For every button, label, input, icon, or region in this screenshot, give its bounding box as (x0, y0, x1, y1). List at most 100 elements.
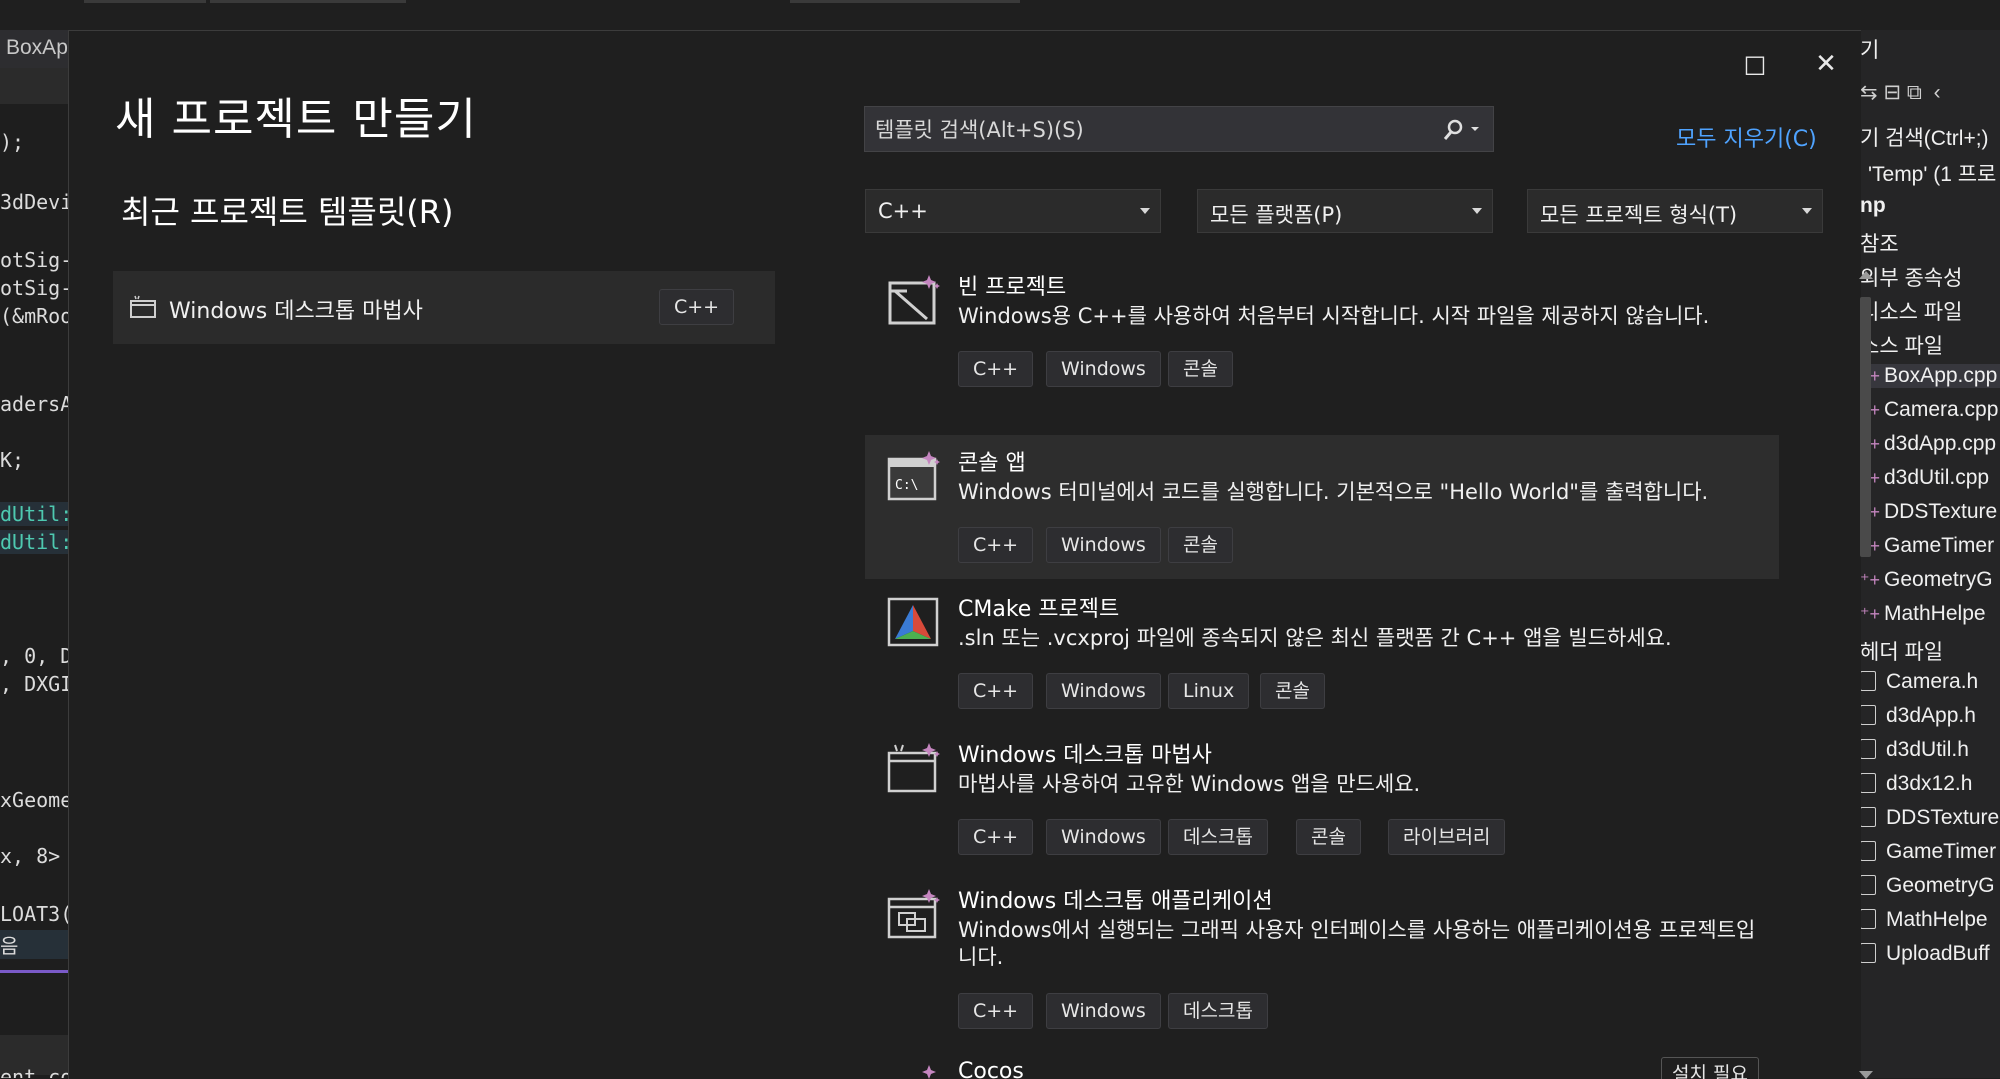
tree-file[interactable]: ⁺+ GeometryG (1860, 568, 1993, 592)
empty-project-icon (888, 275, 940, 325)
tree-file[interactable]: ⁺+d3dApp.cpp (1860, 432, 1996, 456)
scroll-up-icon[interactable] (1859, 271, 1873, 279)
code-line: ent.co (0, 1065, 68, 1078)
template-name: 빈 프로젝트 (958, 275, 1067, 300)
code-line: K; (0, 448, 25, 472)
chevron-down-icon (1802, 208, 1812, 214)
template-item-selected[interactable]: C:\ 콘솔 앱 Windows 터미널에서 코드를 실행합니다. 기본적으로 … (865, 435, 1779, 579)
clear-all-link[interactable]: 모두 지우기(C) (1676, 121, 1817, 153)
solution-explorer-background: 기 ⇆ ⊟ ⧉ ‹ 기 검색(Ctrl+;) 'Temp' (1 프로 np 참… (1860, 30, 2000, 1078)
template-list-scrollbar[interactable] (1854, 261, 1876, 1079)
code-line: otSig- (0, 248, 68, 272)
tree-file[interactable]: DDSTexture (1860, 806, 1999, 830)
tree-file[interactable]: GeometryG (1860, 874, 1995, 898)
template-tag: Windows (1046, 351, 1161, 387)
template-item[interactable]: Windows 데스크톱 애플리케이션 Windows에서 실행되는 그래픽 사… (865, 873, 1779, 1049)
code-line: otSig- (0, 276, 68, 300)
template-item[interactable]: CMake 프로젝트 .sln 또는 .vcxproj 파일에 종속되지 않은 … (865, 581, 1779, 725)
template-name: 콘솔 앱 (958, 451, 1026, 476)
ide-tab-indicator (210, 0, 406, 3)
project-node[interactable]: np (1860, 194, 1886, 218)
ide-tab-indicator (84, 0, 206, 3)
chevron-down-icon (1140, 208, 1150, 214)
template-tag: C++ (958, 673, 1034, 709)
code-line: dUtil: (0, 530, 68, 554)
template-name: CMake 프로젝트 (958, 597, 1120, 622)
template-tag: Windows (1046, 527, 1161, 563)
cocos-icon (922, 1065, 936, 1079)
template-search-input[interactable] (873, 107, 1417, 153)
tree-file[interactable]: d3dx12.h (1860, 772, 1972, 796)
tree-folder[interactable]: 참조 (1860, 228, 1899, 258)
ide-top-strip (0, 0, 2000, 30)
template-description: Windows에서 실행되는 그래픽 사용자 인터페이스를 사용하는 애플리케이… (958, 918, 1756, 969)
template-description: .sln 또는 .vcxproj 파일에 종속되지 않은 최신 플랫폼 간 C+… (958, 626, 1672, 650)
template-item[interactable]: Windows 데스크톱 마법사 마법사를 사용하여 고유한 Windows 앱… (865, 727, 1779, 871)
template-tag: Windows (1046, 673, 1161, 709)
tree-file[interactable]: ⁺+BoxApp.cpp (1860, 364, 2000, 388)
project-type-filter-value: 모든 프로젝트 형식(T) (1540, 203, 1738, 227)
install-required-badge: 설치 필요 (1661, 1057, 1759, 1079)
editor-divider (0, 970, 68, 973)
template-name: Windows 데스크톱 마법사 (958, 743, 1212, 768)
tree-file[interactable]: GameTimer (1860, 840, 1996, 864)
editor-nav-bar (0, 68, 68, 104)
collapse-icon[interactable]: ⊟ (1883, 81, 1901, 104)
maximize-button[interactable]: □ (1734, 43, 1776, 85)
code-line: 음 (0, 930, 68, 959)
copy-icon[interactable]: ⧉ (1907, 81, 1922, 104)
template-tag: C++ (958, 351, 1034, 387)
tree-file[interactable]: d3dUtil.h (1860, 738, 1969, 762)
ide-tab-indicator (790, 0, 1020, 3)
dialog-title: 새 프로젝트 만들기 (115, 94, 477, 145)
template-tag: 라이브러리 (1388, 819, 1506, 855)
console-app-icon: C:\ (887, 451, 940, 501)
tree-file[interactable]: ⁺+Camera.cpp (1860, 398, 1998, 422)
desktop-application-icon (887, 889, 940, 939)
project-type-filter-dropdown[interactable]: 모든 프로젝트 형식(T) (1527, 189, 1823, 233)
platform-filter-dropdown[interactable]: 모든 플랫폼(P) (1197, 189, 1493, 233)
template-tag: Windows (1046, 993, 1161, 1029)
recent-template-item[interactable]: Windows 데스크톱 마법사 C++ (113, 271, 775, 344)
code-line: x, 8> (0, 844, 61, 868)
code-line: LOAT3( (0, 902, 68, 926)
template-tag: 콘솔 (1168, 351, 1233, 387)
code-line: dUtil: (0, 502, 68, 526)
code-line: , 0, D (0, 644, 68, 668)
template-description: Windows용 C++를 사용하여 처음부터 시작합니다. 시작 파일을 제공… (958, 304, 1710, 328)
tree-file[interactable]: ⁺+DDSTexture (1860, 500, 1997, 524)
tree-file[interactable]: UploadBuff (1860, 942, 1990, 966)
solution-search-input[interactable]: 기 검색(Ctrl+;) (1860, 122, 1989, 152)
scrollbar-thumb[interactable] (1860, 297, 1871, 557)
chevron-left-icon[interactable]: ‹ (1934, 81, 1941, 104)
code-line: xGeome (0, 788, 68, 812)
template-name: Windows 데스크톱 애플리케이션 (958, 889, 1273, 914)
tree-file[interactable]: Camera.h (1860, 670, 1978, 694)
code-editor-background: BoxAp ); 3dDevi otSig- otSig- (&mRoo ade… (0, 30, 68, 1078)
tree-file[interactable]: ⁺+GameTimer (1860, 534, 1994, 558)
template-tag: 콘솔 (1260, 673, 1325, 709)
template-item[interactable]: Cocos 설치 필요 (865, 1049, 1779, 1079)
cmake-icon (887, 597, 939, 647)
editor-tab-title: BoxAp (6, 36, 68, 59)
search-icon[interactable] (1439, 117, 1483, 143)
tree-file[interactable]: ⁺+d3dUtil.cpp (1860, 466, 1989, 490)
sync-icon[interactable]: ⇆ (1860, 81, 1878, 104)
template-item[interactable]: 빈 프로젝트 Windows용 C++를 사용하여 처음부터 시작합니다. 시작… (865, 259, 1779, 405)
template-tag: 데스크톱 (1168, 993, 1268, 1029)
desktop-wizard-icon (887, 743, 940, 793)
recent-template-label: Windows 데스크톱 마법사 (169, 299, 423, 324)
code-line: adersA (0, 392, 68, 416)
solution-node[interactable]: 'Temp' (1 프로 (1868, 158, 1996, 188)
solution-toolbar: ⇆ ⊟ ⧉ ‹ (1860, 80, 1941, 105)
tree-file[interactable]: MathHelpe (1860, 908, 1988, 932)
template-search-box[interactable] (864, 106, 1494, 153)
close-button[interactable]: ✕ (1805, 43, 1847, 85)
language-filter-dropdown[interactable]: C++ (865, 189, 1161, 233)
tree-file[interactable]: d3dApp.h (1860, 704, 1976, 728)
new-project-dialog: □ ✕ 새 프로젝트 만들기 최근 프로젝트 템플릿(R) Windows 데스… (68, 30, 1873, 1079)
editor-tab[interactable]: BoxAp (0, 30, 68, 68)
tree-file[interactable]: ⁺+ MathHelpe (1860, 602, 1986, 626)
template-tag: Windows (1046, 819, 1161, 855)
template-list: 빈 프로젝트 Windows용 C++를 사용하여 처음부터 시작합니다. 시작… (865, 259, 1809, 1079)
